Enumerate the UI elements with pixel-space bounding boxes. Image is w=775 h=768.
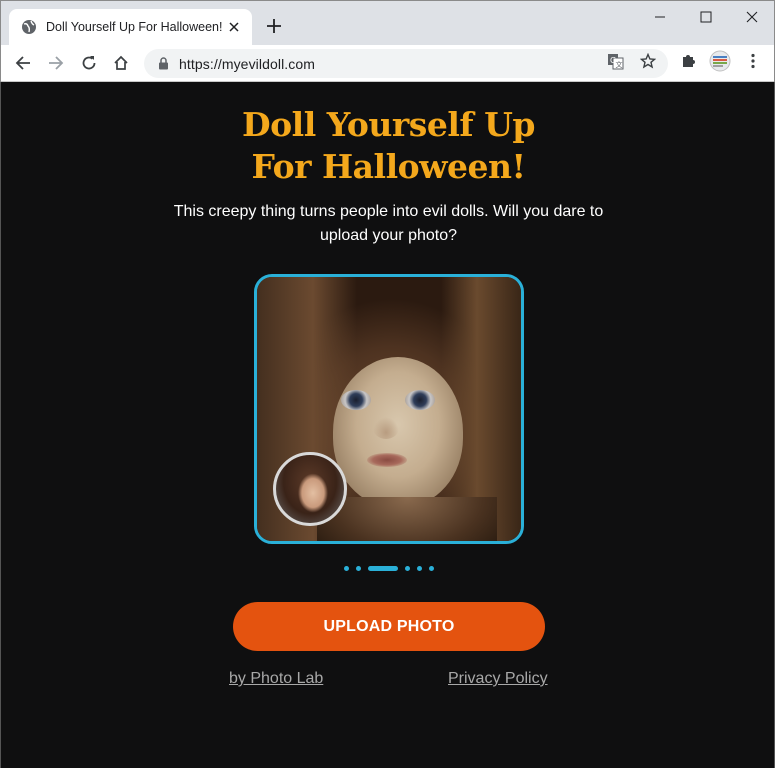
home-icon[interactable] bbox=[108, 50, 134, 76]
doll-eye-left bbox=[341, 390, 371, 410]
page-title: Doll Yourself Up For Halloween! bbox=[1, 104, 775, 188]
address-bar[interactable]: https://myevildoll.com bbox=[144, 49, 668, 78]
carousel-dot-active[interactable] bbox=[367, 566, 398, 571]
new-tab-button[interactable] bbox=[263, 15, 285, 37]
translate-icon[interactable]: G文 bbox=[605, 51, 625, 71]
page-content: Doll Yourself Up For Halloween! This cre… bbox=[0, 82, 775, 768]
photo-lab-link[interactable]: by Photo Lab bbox=[229, 670, 323, 688]
browser-window: Doll Yourself Up For Halloween! https://… bbox=[0, 0, 775, 82]
page-subtitle: This creepy thing turns people into evil… bbox=[173, 203, 604, 244]
svg-text:文: 文 bbox=[615, 60, 622, 69]
page-title-text: Doll Yourself Up For Halloween! bbox=[242, 105, 535, 186]
browser-toolbar: https://myevildoll.com G文 bbox=[1, 45, 774, 82]
doll-preview-image bbox=[254, 274, 524, 544]
tab-title: Doll Yourself Up For Halloween! bbox=[46, 20, 222, 34]
forward-arrow-icon[interactable] bbox=[43, 50, 69, 76]
window-close-icon[interactable] bbox=[729, 1, 775, 33]
doll-eye-right bbox=[405, 390, 435, 410]
url-text: https://myevildoll.com bbox=[179, 55, 316, 72]
lock-icon[interactable] bbox=[156, 57, 170, 71]
carousel-dot[interactable] bbox=[404, 566, 410, 571]
upload-photo-button[interactable]: UPLOAD PHOTO bbox=[233, 602, 545, 651]
original-photo-avatar bbox=[273, 452, 347, 526]
carousel-dot[interactable] bbox=[355, 566, 361, 571]
puzzle-icon[interactable] bbox=[678, 51, 698, 71]
back-arrow-icon[interactable] bbox=[10, 50, 36, 76]
doll-dress bbox=[317, 497, 497, 541]
doll-mouth bbox=[367, 453, 407, 467]
doll-nose bbox=[373, 417, 399, 439]
carousel-dot[interactable] bbox=[416, 566, 422, 571]
maximize-icon[interactable] bbox=[683, 1, 729, 33]
carousel-indicators bbox=[1, 566, 775, 571]
carousel-dot[interactable] bbox=[343, 566, 349, 571]
globe-icon bbox=[21, 19, 37, 35]
browser-tab[interactable]: Doll Yourself Up For Halloween! bbox=[9, 9, 252, 45]
privacy-policy-link[interactable]: Privacy Policy bbox=[448, 670, 548, 688]
carousel-dot[interactable] bbox=[428, 566, 434, 571]
close-icon[interactable] bbox=[226, 19, 242, 35]
kebab-menu-icon[interactable] bbox=[743, 51, 763, 71]
reload-icon[interactable] bbox=[76, 50, 102, 76]
profile-icon[interactable] bbox=[709, 50, 731, 72]
star-icon[interactable] bbox=[638, 51, 658, 71]
minimize-icon[interactable] bbox=[637, 1, 683, 33]
tab-strip: Doll Yourself Up For Halloween! bbox=[1, 1, 774, 45]
